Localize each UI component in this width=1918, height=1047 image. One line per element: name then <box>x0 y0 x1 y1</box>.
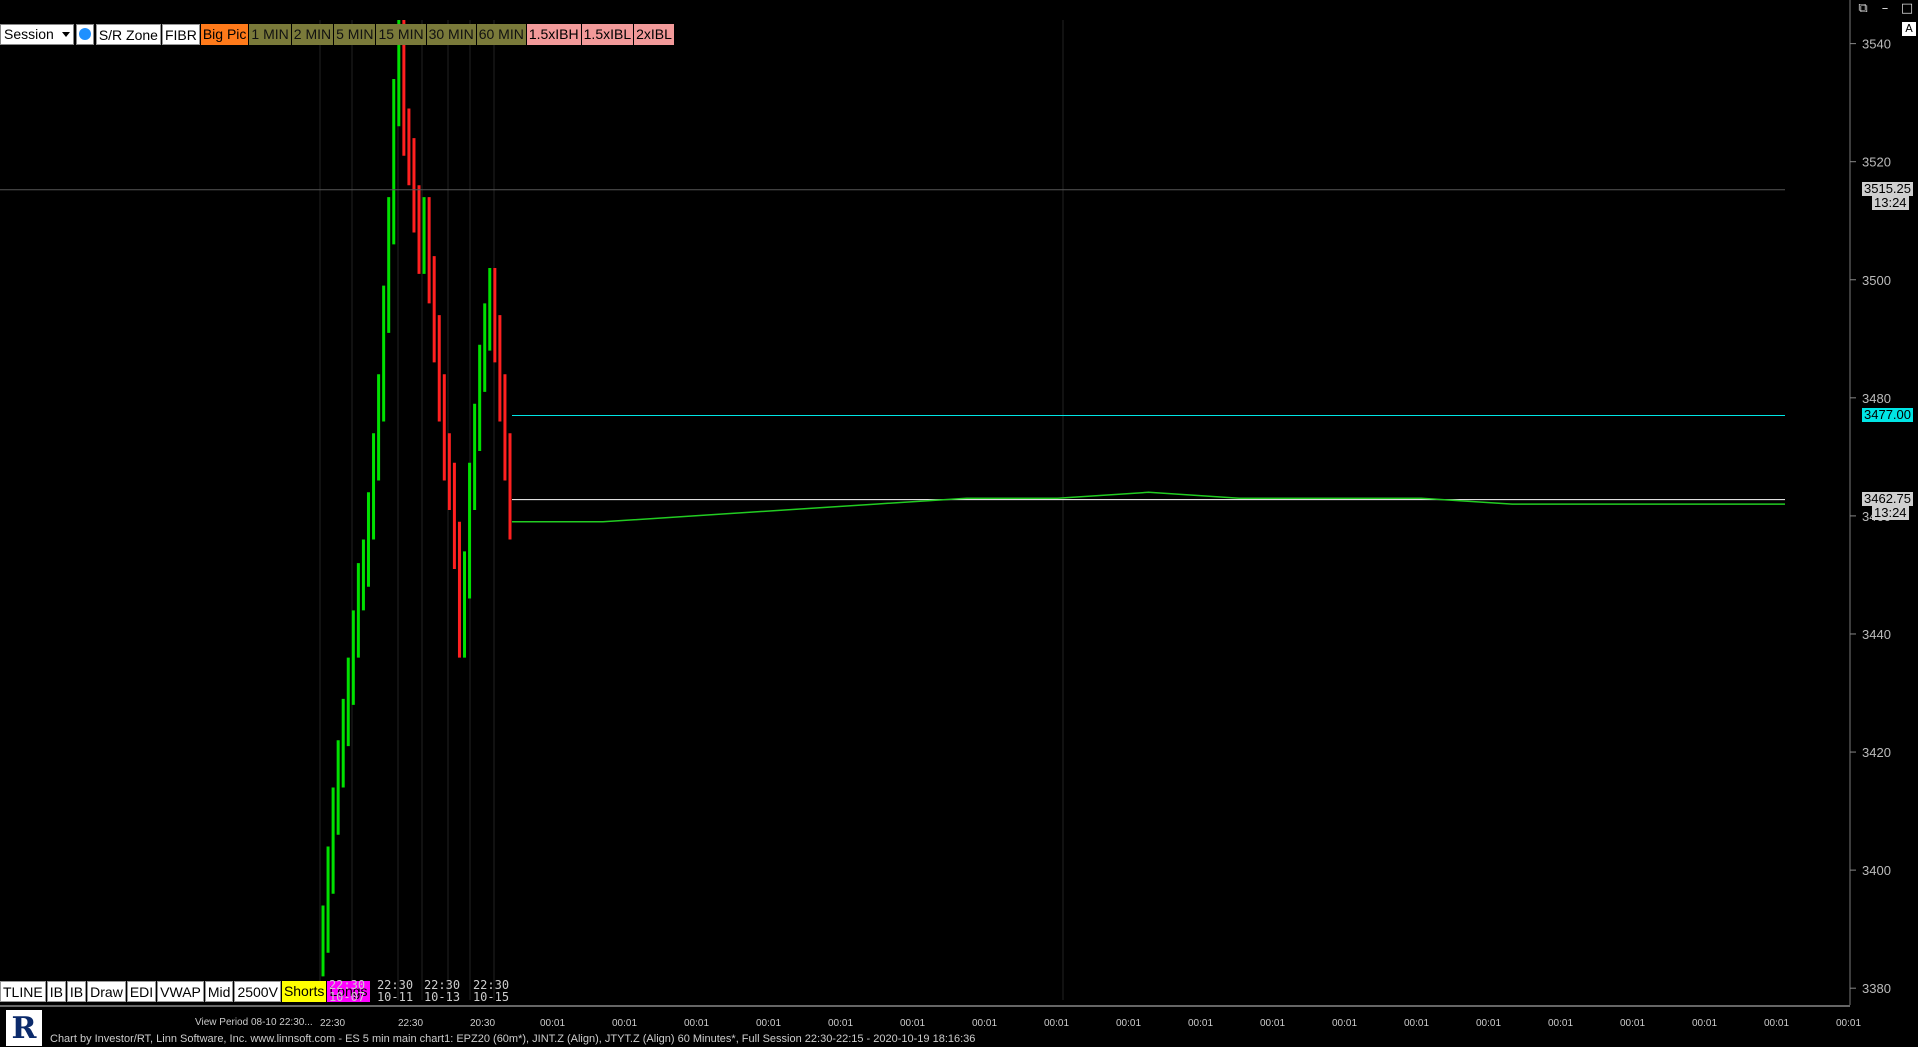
y-tick-label: 3540 <box>1862 37 1891 52</box>
price-chart[interactable]: 354035203500348034603440342034003380 <box>0 0 1918 1005</box>
toolbar-button-5-min[interactable]: 5 MIN <box>334 23 376 45</box>
x-tick-label: 00:01 <box>1476 1018 1502 1029</box>
toolbar-button-s-r-zone[interactable]: S/R Zone <box>95 23 161 45</box>
status-text: Chart by Investor/RT, Linn Software, Inc… <box>50 1033 976 1045</box>
session-dropdown-label: Session <box>4 26 54 42</box>
view-period-label: View Period 08-10 22:30... <box>195 1017 313 1028</box>
session-date: 10-13 <box>423 990 461 1004</box>
x-tick-label: 00:01 <box>1548 1018 1574 1029</box>
refresh-icon <box>78 28 91 40</box>
toolbar-button-60-min[interactable]: 60 MIN <box>476 23 526 45</box>
price-tag-time-0: 13:24 <box>1872 194 1909 210</box>
y-tick-label: 3440 <box>1862 627 1891 642</box>
toolbar-button-2xibl[interactable]: 2xIBL <box>634 23 674 45</box>
x-tick-label: 22:30 <box>398 1018 424 1029</box>
y-tick-label: 3520 <box>1862 155 1891 170</box>
bottom-button-draw-3[interactable]: Draw <box>87 980 126 1002</box>
bottom-button-shorts-8[interactable]: Shorts <box>281 980 327 1002</box>
session-label: 22:30 10-13 <box>422 979 462 1003</box>
y-tick-label: 3500 <box>1862 273 1891 288</box>
y-tick-label: 3380 <box>1862 981 1891 996</box>
y-tick-label: 3400 <box>1862 863 1891 878</box>
chevron-down-icon <box>61 31 70 37</box>
top-toolbar: Session S/R Zone FIBR Big Pic 1 MIN 2 MIN 5 M… <box>0 22 675 46</box>
chart-window: ⧉ – □ 3540352035003480346034403420340033… <box>0 0 1918 1047</box>
x-tick-label: 00:01 <box>1332 1018 1358 1029</box>
green-series-line <box>512 491 1785 523</box>
session-date: 10-07 <box>328 990 366 1004</box>
session-dropdown[interactable]: Session <box>0 23 74 45</box>
session-label: 22:30 10-15 <box>471 979 511 1003</box>
bottom-button-mid-6[interactable]: Mid <box>204 980 234 1002</box>
bottom-button-tline-0[interactable]: TLINE <box>0 980 46 1002</box>
x-tick-label: 20:30 <box>470 1018 496 1029</box>
toolbar-button-15-min[interactable]: 15 MIN <box>376 23 426 45</box>
axis-autoscale-button[interactable]: A <box>1902 22 1916 36</box>
x-tick-label: 00:01 <box>756 1018 782 1029</box>
toolbar-button-2-min[interactable]: 2 MIN <box>291 23 334 45</box>
x-tick-label: 00:01 <box>972 1018 998 1029</box>
bottom-button-vwap-5[interactable]: VWAP <box>157 980 204 1002</box>
session-date: 10-11 <box>376 990 414 1004</box>
toolbar-button-1-5xibh[interactable]: 1.5xIBH <box>526 23 581 45</box>
session-label: 22:30 10-07 <box>327 979 367 1003</box>
y-tick-label: 3480 <box>1862 391 1891 406</box>
y-tick-label: 3420 <box>1862 745 1891 760</box>
session-date: 10-15 <box>472 990 510 1004</box>
toolbar-button-big-pic[interactable]: Big Pic <box>200 23 249 45</box>
bottom-button-ib-1[interactable]: IB <box>46 980 66 1002</box>
x-tick-label: 00:01 <box>612 1018 638 1029</box>
toolbar-button-30-min[interactable]: 30 MIN <box>426 23 476 45</box>
bottom-button-edi-4[interactable]: EDI <box>126 980 157 1002</box>
price-tag-0: 3515.25 <box>1862 180 1913 196</box>
x-tick-label: 00:01 <box>1764 1018 1790 1029</box>
x-tick-label: 00:01 <box>1620 1018 1646 1029</box>
refresh-button[interactable] <box>75 23 94 45</box>
bottom-button-ib-2[interactable]: IB <box>66 980 87 1002</box>
status-bar: Chart by Investor/RT, Linn Software, Inc… <box>0 1032 1918 1047</box>
x-tick-label: 00:01 <box>540 1018 566 1029</box>
toolbar-button-1-min[interactable]: 1 MIN <box>249 23 291 45</box>
price-tag-1: 3477.00 <box>1862 406 1913 422</box>
x-tick-label: 22:30 <box>320 1018 346 1029</box>
session-label: 22:30 10-11 <box>375 979 415 1003</box>
x-tick-label: 00:01 <box>1836 1018 1862 1029</box>
x-tick-label: 00:01 <box>1260 1018 1286 1029</box>
price-tag-time-2: 13:24 <box>1872 504 1909 520</box>
bottom-button-2500v-7[interactable]: 2500V <box>234 980 281 1002</box>
price-tag-2: 3462.75 <box>1862 490 1913 506</box>
toolbar-button-1-5xibl[interactable]: 1.5xIBL <box>581 23 634 45</box>
x-tick-label: 00:01 <box>1044 1018 1070 1029</box>
x-tick-label: 00:01 <box>828 1018 854 1029</box>
bottom-toolbar: TLINE IB IB Draw EDI VWAP Mid 2500V Shorts Longs <box>0 980 371 1002</box>
x-tick-label: 00:01 <box>1116 1018 1142 1029</box>
x-tick-label: 00:01 <box>1692 1018 1718 1029</box>
x-tick-label: 00:01 <box>684 1018 710 1029</box>
x-tick-label: 00:01 <box>900 1018 926 1029</box>
x-tick-label: 00:01 <box>1404 1018 1430 1029</box>
toolbar-button-fibr[interactable]: FIBR <box>161 23 200 45</box>
x-tick-label: 00:01 <box>1188 1018 1214 1029</box>
